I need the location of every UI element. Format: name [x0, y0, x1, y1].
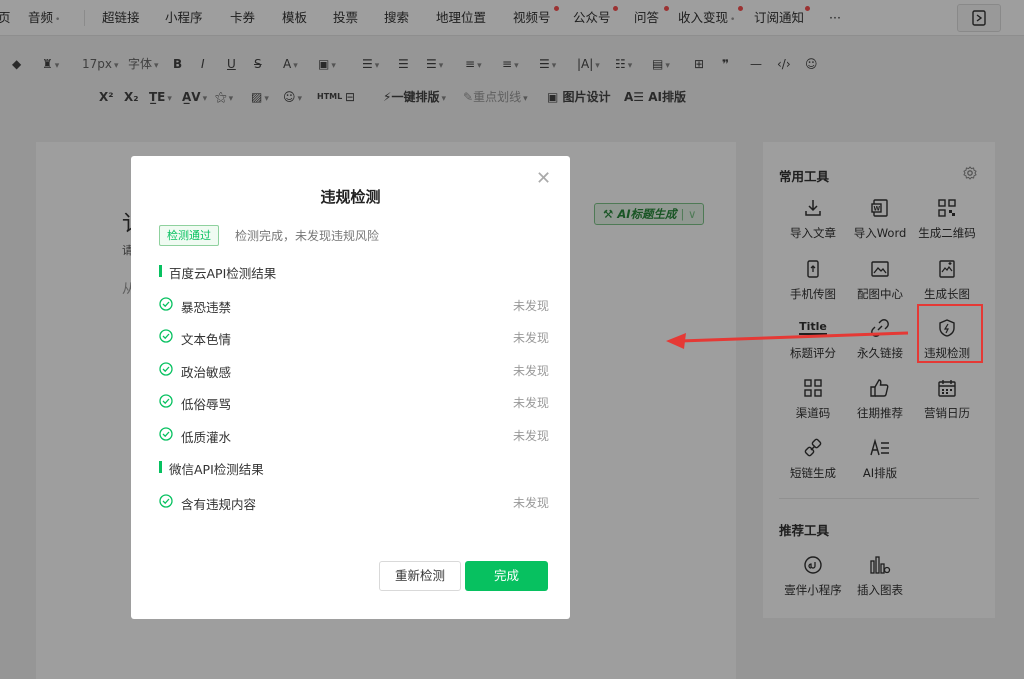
- done-button[interactable]: 完成: [465, 561, 548, 591]
- result-value: 未发现: [512, 331, 549, 345]
- result-label: 暴恐违禁: [181, 300, 232, 315]
- result-row: 含有违规内容 未发现: [159, 493, 549, 513]
- dialog-title: 违规检测: [320, 188, 381, 206]
- result-label: 低质灌水: [181, 430, 232, 445]
- check-circle-icon: [159, 329, 173, 343]
- check-circle-icon: [159, 494, 173, 508]
- result-label: 低俗辱骂: [181, 397, 232, 412]
- status-message: 检测完成，未发现违规风险: [235, 229, 380, 243]
- wechat-section-heading: 微信API检测结果: [159, 459, 264, 478]
- result-value: 未发现: [512, 299, 549, 313]
- baidu-section-heading: 百度云API检测结果: [159, 263, 276, 282]
- result-row: 低俗辱骂 未发现: [159, 393, 549, 413]
- highlight-box: [917, 304, 983, 363]
- check-circle-icon: [159, 297, 173, 311]
- result-value: 未发现: [512, 429, 549, 443]
- result-label: 政治敏感: [181, 365, 232, 380]
- recheck-button[interactable]: 重新检测: [379, 561, 461, 591]
- result-value: 未发现: [512, 364, 549, 378]
- result-label: 含有违规内容: [181, 497, 257, 512]
- result-row: 低质灌水 未发现: [159, 426, 549, 446]
- check-circle-icon: [159, 362, 173, 376]
- status-badge: 检测通过: [159, 225, 219, 246]
- result-value: 未发现: [512, 396, 549, 410]
- result-row: 文本色情 未发现: [159, 328, 549, 348]
- violation-check-dialog: 违规检测 ✕ 检测通过 检测完成，未发现违规风险 百度云API检测结果 暴恐违禁…: [131, 156, 570, 619]
- result-row: 政治敏感 未发现: [159, 361, 549, 381]
- annotation-arrow-icon: [666, 331, 909, 349]
- check-circle-icon: [159, 394, 173, 408]
- result-value: 未发现: [512, 496, 549, 510]
- result-label: 文本色情: [181, 332, 232, 347]
- result-row: 暴恐违禁 未发现: [159, 296, 549, 316]
- close-icon[interactable]: ✕: [536, 168, 551, 189]
- check-circle-icon: [159, 427, 173, 441]
